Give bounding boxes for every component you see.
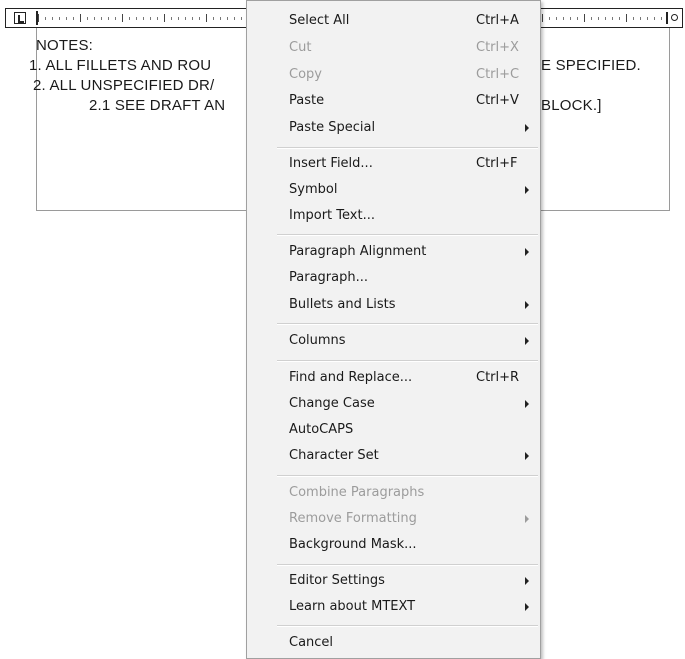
menu-separator [277, 234, 538, 236]
menu-item-learn-about-mtext[interactable]: Learn about MTEXT [247, 594, 540, 620]
menu-label: Paragraph Alignment [289, 244, 427, 259]
menu-item-paragraph-alignment[interactable]: Paragraph Alignment [247, 239, 540, 265]
chevron-right-icon [525, 124, 529, 132]
chevron-right-icon [525, 603, 529, 611]
menu-item-background-mask[interactable]: Background Mask... [247, 532, 540, 558]
menu-label: Paste Special [289, 120, 376, 135]
context-menu: Select All Ctrl+A Cut Ctrl+X Copy Ctrl+C… [246, 0, 541, 659]
chevron-right-icon [525, 400, 529, 408]
menu-label: Cancel [289, 635, 334, 650]
menu-shortcut: Ctrl+A [476, 13, 519, 28]
menu-item-copy[interactable]: Copy Ctrl+C [247, 62, 540, 88]
menu-separator [277, 625, 538, 627]
menu-separator [277, 323, 538, 325]
note-line-1: 1. ALL FILLETS AND ROU [29, 57, 212, 74]
menu-separator [277, 147, 538, 149]
menu-shortcut: Ctrl+V [476, 93, 519, 108]
menu-label: Find and Replace... [289, 370, 413, 385]
menu-label: Paste [289, 93, 325, 108]
note-line-2-1-end: BLOCK.] [541, 97, 602, 114]
menu-shortcut: Ctrl+F [476, 156, 518, 171]
menu-item-cut[interactable]: Cut Ctrl+X [247, 35, 540, 61]
menu-item-bullets-and-lists[interactable]: Bullets and Lists [247, 292, 540, 318]
chevron-right-icon [525, 301, 529, 309]
tab-stop-icon[interactable] [14, 12, 26, 24]
menu-item-columns[interactable]: Columns [247, 328, 540, 354]
menu-shortcut: Ctrl+X [476, 40, 519, 55]
menu-separator [277, 564, 538, 566]
menu-label: Character Set [289, 448, 379, 463]
chevron-right-icon [525, 515, 529, 523]
menu-label: Columns [289, 333, 346, 348]
menu-label: Symbol [289, 182, 338, 197]
note-line-1-end: E SPECIFIED. [541, 57, 641, 74]
menu-label: Cut [289, 40, 312, 55]
menu-item-find-and-replace[interactable]: Find and Replace... Ctrl+R [247, 365, 540, 391]
menu-shortcut: Ctrl+R [476, 370, 520, 385]
menu-label: Remove Formatting [289, 511, 417, 526]
chevron-right-icon [525, 452, 529, 460]
chevron-right-icon [525, 186, 529, 194]
note-line-2: 2. ALL UNSPECIFIED DR/ [33, 77, 215, 94]
menu-separator [277, 475, 538, 477]
notes-heading: NOTES: [36, 37, 94, 54]
menu-label: Copy [289, 67, 322, 82]
menu-item-combine-paragraphs[interactable]: Combine Paragraphs [247, 480, 540, 506]
menu-item-editor-settings[interactable]: Editor Settings [247, 568, 540, 594]
menu-item-paragraph[interactable]: Paragraph... [247, 265, 540, 291]
resize-handle-icon[interactable] [671, 14, 678, 21]
menu-label: Insert Field... [289, 156, 373, 171]
menu-label: Combine Paragraphs [289, 485, 425, 500]
menu-shortcut: Ctrl+C [476, 67, 520, 82]
menu-item-insert-field[interactable]: Insert Field... Ctrl+F [247, 151, 540, 177]
menu-label: Bullets and Lists [289, 297, 396, 312]
menu-label: Change Case [289, 396, 375, 411]
menu-label: Editor Settings [289, 573, 385, 588]
menu-item-autocaps[interactable]: AutoCAPS [247, 417, 540, 443]
menu-label: AutoCAPS [289, 422, 354, 437]
menu-item-remove-formatting[interactable]: Remove Formatting [247, 506, 540, 532]
menu-item-character-set[interactable]: Character Set [247, 443, 540, 469]
menu-label: Select All [289, 13, 350, 28]
chevron-right-icon [525, 577, 529, 585]
chevron-right-icon [525, 248, 529, 256]
note-line-2-1: 2.1 SEE DRAFT AN [89, 97, 226, 114]
menu-item-paste-special[interactable]: Paste Special [247, 115, 540, 141]
menu-item-change-case[interactable]: Change Case [247, 391, 540, 417]
chevron-right-icon [525, 337, 529, 345]
menu-item-select-all[interactable]: Select All Ctrl+A [247, 8, 540, 34]
menu-item-symbol[interactable]: Symbol [247, 177, 540, 203]
menu-label: Background Mask... [289, 537, 417, 552]
menu-item-paste[interactable]: Paste Ctrl+V [247, 88, 540, 114]
menu-separator [277, 360, 538, 362]
menu-item-import-text[interactable]: Import Text... [247, 203, 540, 229]
menu-label: Import Text... [289, 208, 375, 223]
width-marker[interactable] [666, 12, 668, 24]
menu-label: Learn about MTEXT [289, 599, 416, 614]
menu-item-cancel[interactable]: Cancel [247, 630, 540, 656]
menu-label: Paragraph... [289, 270, 368, 285]
